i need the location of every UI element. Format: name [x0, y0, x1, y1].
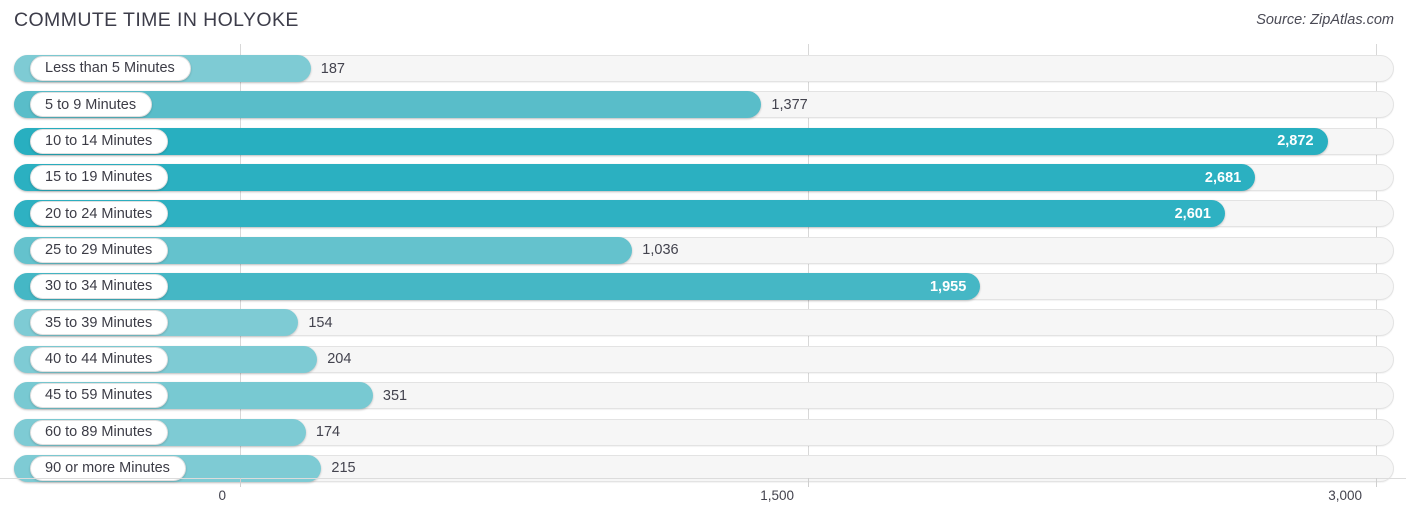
chart-header: COMMUTE TIME IN HOLYOKE Source: ZipAtlas…	[0, 0, 1406, 44]
bar-category-label: 15 to 19 Minutes	[30, 165, 169, 191]
bar-category-label-text: 15 to 19 Minutes	[45, 169, 153, 186]
bar-rows: Less than 5 Minutes 187 5 to 9 Minutes 1,37…	[0, 44, 1406, 482]
bar-row[interactable]: 10 to 14 Minutes 2,872	[14, 127, 1394, 155]
bar-category-label-text: Less than 5 Minutes	[45, 60, 175, 77]
bar-category-label-text: 25 to 29 Minutes	[45, 242, 153, 258]
bar-category-label: 20 to 24 Minutes	[30, 201, 169, 227]
bar-category-label: 40 to 44 Minutes	[30, 346, 169, 372]
bar-value-label: 154	[308, 314, 333, 331]
bar-category-label-text: 45 to 59 Minutes	[45, 387, 153, 404]
bar-category-label-text: 90 or more Minutes	[45, 460, 170, 477]
bar[interactable]	[14, 164, 1256, 192]
page-title: COMMUTE TIME IN HOLYOKE	[14, 9, 299, 31]
bar-category-label-text: 60 to 89 Minutes	[45, 423, 153, 440]
bar-row[interactable]: 60 to 89 Minutes 174	[14, 418, 1394, 446]
bar-row[interactable]: 30 to 34 Minutes 1,955	[14, 273, 1394, 301]
axis-line	[0, 478, 1406, 479]
bar-row[interactable]: 20 to 24 Minutes 2,601	[14, 200, 1394, 228]
axis-tick-label: 1,500	[760, 488, 794, 503]
plot-area: Less than 5 Minutes 187 5 to 9 Minutes 1,37…	[0, 44, 1406, 482]
bar-category-label: 30 to 34 Minutes	[30, 274, 169, 300]
bar-category-label: 35 to 39 Minutes	[30, 310, 169, 336]
bar-row[interactable]: 35 to 39 Minutes 154	[14, 309, 1394, 337]
bar-row[interactable]: 45 to 59 Minutes 351	[14, 382, 1394, 410]
axis-tick-label: 3,000	[1328, 488, 1362, 503]
bar-category-label-text: 35 to 39 Minutes	[45, 314, 153, 331]
axis-tick-mark	[808, 478, 809, 487]
bar-category-label-text: 30 to 34 Minutes	[45, 278, 153, 295]
bar-row[interactable]: 40 to 44 Minutes 204	[14, 345, 1394, 373]
bar-value-label: 1,036	[642, 242, 679, 259]
bar-category-label: 10 to 14 Minutes	[30, 128, 169, 154]
bar-value-label: 2,681	[1204, 169, 1242, 186]
bar-row[interactable]: Less than 5 Minutes 187	[14, 55, 1394, 82]
bar-value-label: 2,872	[1277, 133, 1314, 150]
bar-value-label: 1,955	[929, 278, 967, 295]
bar[interactable]	[14, 200, 1225, 228]
bar-category-label: 5 to 9 Minutes	[30, 92, 153, 118]
axis-tick-mark	[240, 478, 241, 487]
bar-category-label: 60 to 89 Minutes	[30, 419, 169, 445]
bar-category-label-text: 10 to 14 Minutes	[45, 132, 153, 149]
bar-category-label-text: 5 to 9 Minutes	[45, 96, 137, 113]
axis-tick-label: 0	[218, 488, 226, 503]
x-axis: 0 1,500 3,000	[0, 478, 1406, 522]
bar-value-label: 2,601	[1174, 205, 1211, 222]
bar-row[interactable]: 25 to 29 Minutes 1,036	[14, 236, 1394, 264]
source-attribution: Source: ZipAtlas.com	[1256, 12, 1394, 28]
bar-value-label: 1,377	[771, 96, 808, 113]
bar-category-label-text: 40 to 44 Minutes	[45, 351, 153, 368]
bar-value-label: 204	[327, 351, 352, 368]
bar-category-label: Less than 5 Minutes	[30, 56, 191, 81]
bar-category-label-text: 20 to 24 Minutes	[45, 205, 153, 222]
bar-category-label: 45 to 59 Minutes	[30, 383, 169, 409]
axis-tick-mark	[1376, 478, 1377, 487]
bar-value-label: 351	[382, 387, 408, 404]
bar-row[interactable]: 5 to 9 Minutes 1,377	[14, 91, 1394, 119]
bar[interactable]	[14, 127, 1328, 155]
bar-row[interactable]: 15 to 19 Minutes 2,681	[14, 164, 1394, 192]
bar-value-label: 174	[315, 424, 341, 440]
bar-value-label: 187	[320, 60, 345, 77]
bar-category-label: 25 to 29 Minutes	[30, 237, 169, 263]
